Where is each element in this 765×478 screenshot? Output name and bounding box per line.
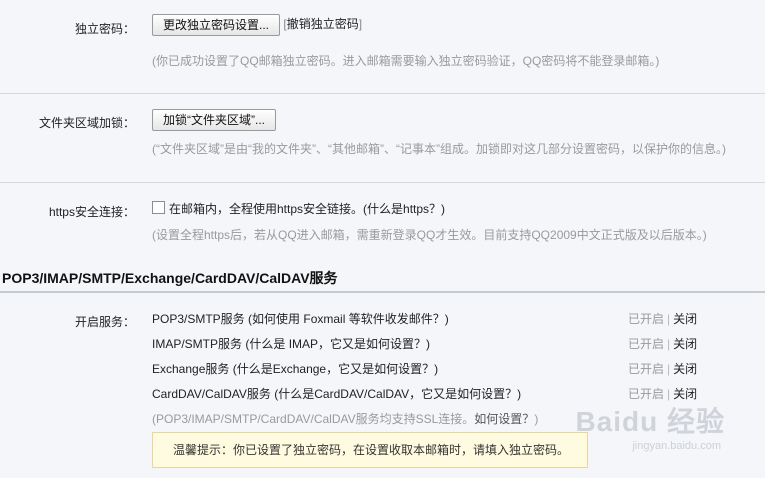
https-hint: (设置全程https后，若从QQ进入邮箱，需重新登录QQ才生效。目前支持QQ20… [152,228,707,242]
status-enabled: 已开启 [628,312,665,326]
disable-service-link[interactable]: 关闭 [673,312,697,326]
ssl-howto-link[interactable]: 如何设置？ [474,412,534,426]
service-status: 已开启 | 关闭 [628,335,697,352]
divider [0,182,765,183]
status-separator: | [667,362,671,376]
ssl-note-close: ) [534,412,539,426]
what-is-https-link[interactable]: (什么是https？) [363,202,445,216]
status-enabled: 已开启 [628,387,665,401]
service-help-link[interactable]: (什么是Exchange，它又是如何设置？) [233,362,438,376]
service-help-link[interactable]: (什么是CardDAV/CalDAV，它又是如何设置？) [274,387,521,401]
status-enabled: 已开启 [628,337,665,351]
service-help-link[interactable]: (如何使用 Foxmail 等软件收发邮件？) [248,312,449,326]
ssl-note-text: (POP3/IMAP/SMTP/CardDAV/CalDAV服务均支持SSL连接… [152,412,475,426]
password-hint: (你已成功设置了QQ邮箱独立密码。进入邮箱需要输入独立密码验证，QQ密码将不能登… [152,54,660,68]
status-separator: | [667,337,671,351]
bracket-close: ] [358,17,363,32]
disable-service-link[interactable]: 关闭 [673,362,697,376]
service-title: Exchange服务 [152,362,230,376]
status-separator: | [667,312,671,326]
service-name: CardDAV/CalDAV服务 (什么是CardDAV/CalDAV，它又是如… [152,385,521,402]
services-label: 开启服务： [74,315,135,329]
disable-service-link[interactable]: 关闭 [673,337,697,351]
lock-folder-button[interactable]: 加锁“文件夹区域”... [152,109,276,131]
service-title: POP3/SMTP服务 [152,312,245,326]
service-title: IMAP/SMTP服务 [152,337,243,351]
service-status: 已开启 | 关闭 [628,310,697,327]
disable-service-link[interactable]: 关闭 [673,387,697,401]
https-checkbox-label[interactable]: 在邮箱内，全程使用https安全链接。 [169,202,363,216]
https-checkbox[interactable] [152,201,165,214]
service-status: 已开启 | 关闭 [628,360,697,377]
ssl-note: (POP3/IMAP/SMTP/CardDAV/CalDAV服务均支持SSL连接… [152,410,538,427]
section-divider [0,291,765,293]
baidu-watermark-url: jingyan.baidu.com [632,440,721,452]
cancel-password-link[interactable]: 撤销独立密码 [287,17,359,31]
service-help-link[interactable]: (什么是 IMAP，它又是如何设置？) [245,337,430,351]
divider [0,93,765,94]
change-password-button[interactable]: 更改独立密码设置... [152,14,281,36]
service-name: POP3/SMTP服务 (如何使用 Foxmail 等软件收发邮件？) [152,310,449,327]
password-controls: 更改独立密码设置... [撤销独立密码] [152,14,362,36]
https-controls: 在邮箱内，全程使用https安全链接。(什么是https？) [152,200,445,217]
folder-lock-controls: 加锁“文件夹区域”... [152,109,276,131]
warm-tip-box: 温馨提示：你已设置了独立密码，在设置收取本邮箱时，请填入独立密码。 [152,432,588,468]
https-label: https安全连接： [48,205,135,219]
status-enabled: 已开启 [628,362,665,376]
password-label: 独立密码： [74,22,135,36]
service-name: IMAP/SMTP服务 (什么是 IMAP，它又是如何设置？) [152,335,430,352]
status-separator: | [667,387,671,401]
service-name: Exchange服务 (什么是Exchange，它又是如何设置？) [152,360,438,377]
folder-lock-hint: (“文件夹区域”是由“我的文件夹”、“其他邮箱”、“记事本”组成。加锁即对这几部… [152,142,726,156]
service-title: CardDAV/CalDAV服务 [152,387,271,401]
services-section-title: POP3/IMAP/SMTP/Exchange/CardDAV/CalDAV服务 [2,270,338,286]
baidu-watermark-logo: Baidu 经验 [575,406,725,437]
folder-lock-label: 文件夹区域加锁： [38,116,135,130]
